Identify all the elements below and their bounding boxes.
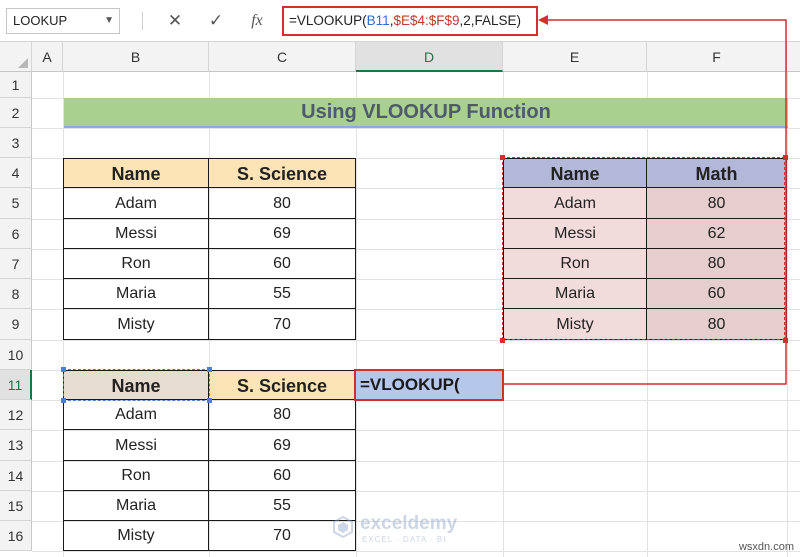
exceldemy-logo-icon: [333, 516, 353, 538]
row-header-5[interactable]: 5: [0, 188, 32, 219]
row-header-7[interactable]: 7: [0, 249, 32, 279]
watermark-name: exceldemy: [360, 513, 458, 534]
row-header-11[interactable]: 11: [0, 370, 32, 400]
row-header-16[interactable]: 16: [0, 521, 32, 551]
table3-cell[interactable]: 60: [209, 461, 356, 491]
row-header-1[interactable]: 1: [0, 72, 32, 98]
column-header-d[interactable]: D: [356, 42, 503, 72]
table2-cell[interactable]: Messi: [503, 219, 647, 249]
table1-cell[interactable]: Misty: [63, 309, 209, 340]
row-header-3[interactable]: 3: [0, 128, 32, 158]
select-all-button[interactable]: [0, 42, 32, 72]
column-header-c[interactable]: C: [209, 42, 356, 72]
reference-handle[interactable]: [61, 367, 66, 372]
table1-cell[interactable]: Messi: [63, 219, 209, 249]
row-header-12[interactable]: 12: [0, 400, 32, 430]
table1-cell[interactable]: Ron: [63, 249, 209, 279]
chevron-down-icon[interactable]: ▼: [104, 9, 114, 33]
formula-suffix: ,2,FALSE): [459, 13, 522, 28]
divider: [142, 12, 143, 30]
gridline: [787, 72, 788, 557]
table1-cell[interactable]: 69: [209, 219, 356, 249]
table3-cell[interactable]: Maria: [63, 491, 209, 521]
table3-cell[interactable]: Adam: [63, 400, 209, 430]
table3-header-science[interactable]: S. Science: [209, 370, 356, 400]
row-header-9[interactable]: 9: [0, 309, 32, 340]
table1-cell[interactable]: 55: [209, 279, 356, 309]
table1-cell[interactable]: Adam: [63, 188, 209, 219]
gridline: [32, 128, 800, 129]
range-handle[interactable]: [500, 338, 505, 343]
table2-cell[interactable]: 60: [647, 279, 787, 309]
table2-header-name[interactable]: Name: [503, 158, 647, 188]
reference-handle[interactable]: [207, 367, 212, 372]
table1-cell[interactable]: Maria: [63, 279, 209, 309]
row-header-10[interactable]: 10: [0, 340, 32, 370]
table2-cell[interactable]: Misty: [503, 309, 647, 340]
column-header-e[interactable]: E: [503, 42, 647, 72]
row-header-14[interactable]: 14: [0, 461, 32, 491]
table1-header-name[interactable]: Name: [63, 158, 209, 188]
cancel-icon[interactable]: ✕: [162, 8, 188, 34]
range-handle[interactable]: [783, 155, 788, 160]
table2-cell[interactable]: 80: [647, 188, 787, 219]
column-header-g[interactable]: [787, 42, 800, 72]
table3-cell[interactable]: Misty: [63, 521, 209, 551]
formula-ref-range: $E$4:$F$9: [393, 13, 460, 28]
table3-cell[interactable]: 80: [209, 400, 356, 430]
formula-bar: LOOKUP ▼ ✕ ✓ fx =VLOOKUP(B11,$E$4:$F$9,2…: [0, 0, 800, 42]
row-header-6[interactable]: 6: [0, 219, 32, 249]
row-header-13[interactable]: 13: [0, 430, 32, 461]
table2-cell[interactable]: 62: [647, 219, 787, 249]
select-all-icon: [18, 58, 28, 68]
table3-cell[interactable]: Ron: [63, 461, 209, 491]
table2-cell[interactable]: Adam: [503, 188, 647, 219]
row-header-8[interactable]: 8: [0, 279, 32, 309]
reference-handle[interactable]: [61, 398, 66, 403]
table1-cell[interactable]: 80: [209, 188, 356, 219]
column-header-b[interactable]: B: [63, 42, 209, 72]
column-header-a[interactable]: A: [32, 42, 63, 72]
source-label: wsxdn.com: [738, 541, 794, 553]
name-box[interactable]: LOOKUP ▼: [6, 8, 120, 34]
table3-cell[interactable]: Messi: [63, 430, 209, 461]
name-box-value: LOOKUP: [13, 13, 68, 28]
formula-prefix: =VLOOKUP(: [289, 13, 367, 28]
gridline: [32, 340, 800, 341]
table3-cell[interactable]: 69: [209, 430, 356, 461]
reference-highlight-b11: [63, 369, 210, 401]
range-handle[interactable]: [783, 338, 788, 343]
gridline: [356, 72, 357, 557]
table1-header-science[interactable]: S. Science: [209, 158, 356, 188]
table1-cell[interactable]: 60: [209, 249, 356, 279]
gridline: [32, 551, 800, 552]
active-cell-d11[interactable]: =VLOOKUP(: [354, 369, 504, 401]
range-handle[interactable]: [500, 155, 505, 160]
table2-cell[interactable]: 80: [647, 249, 787, 279]
insert-function-icon[interactable]: fx: [244, 8, 270, 34]
row-header-2[interactable]: 2: [0, 98, 32, 128]
page-title: Using VLOOKUP Function: [64, 98, 788, 128]
table2-cell[interactable]: 80: [647, 309, 787, 340]
watermark-tagline: EXCEL · DATA · BI: [362, 535, 447, 544]
table2-cell[interactable]: Ron: [503, 249, 647, 279]
row-header-4[interactable]: 4: [0, 158, 32, 188]
formula-ref-b11: B11: [366, 13, 390, 28]
watermark: exceldemy EXCEL · DATA · BI: [330, 513, 480, 545]
table2-cell[interactable]: Maria: [503, 279, 647, 309]
table1-cell[interactable]: 70: [209, 309, 356, 340]
reference-handle[interactable]: [207, 398, 212, 403]
table2-header-math[interactable]: Math: [647, 158, 787, 188]
column-header-f[interactable]: F: [647, 42, 787, 72]
formula-input[interactable]: =VLOOKUP(B11,$E$4:$F$9,2,FALSE): [282, 6, 538, 36]
enter-check-icon[interactable]: ✓: [203, 8, 229, 34]
row-header-15[interactable]: 15: [0, 491, 32, 521]
